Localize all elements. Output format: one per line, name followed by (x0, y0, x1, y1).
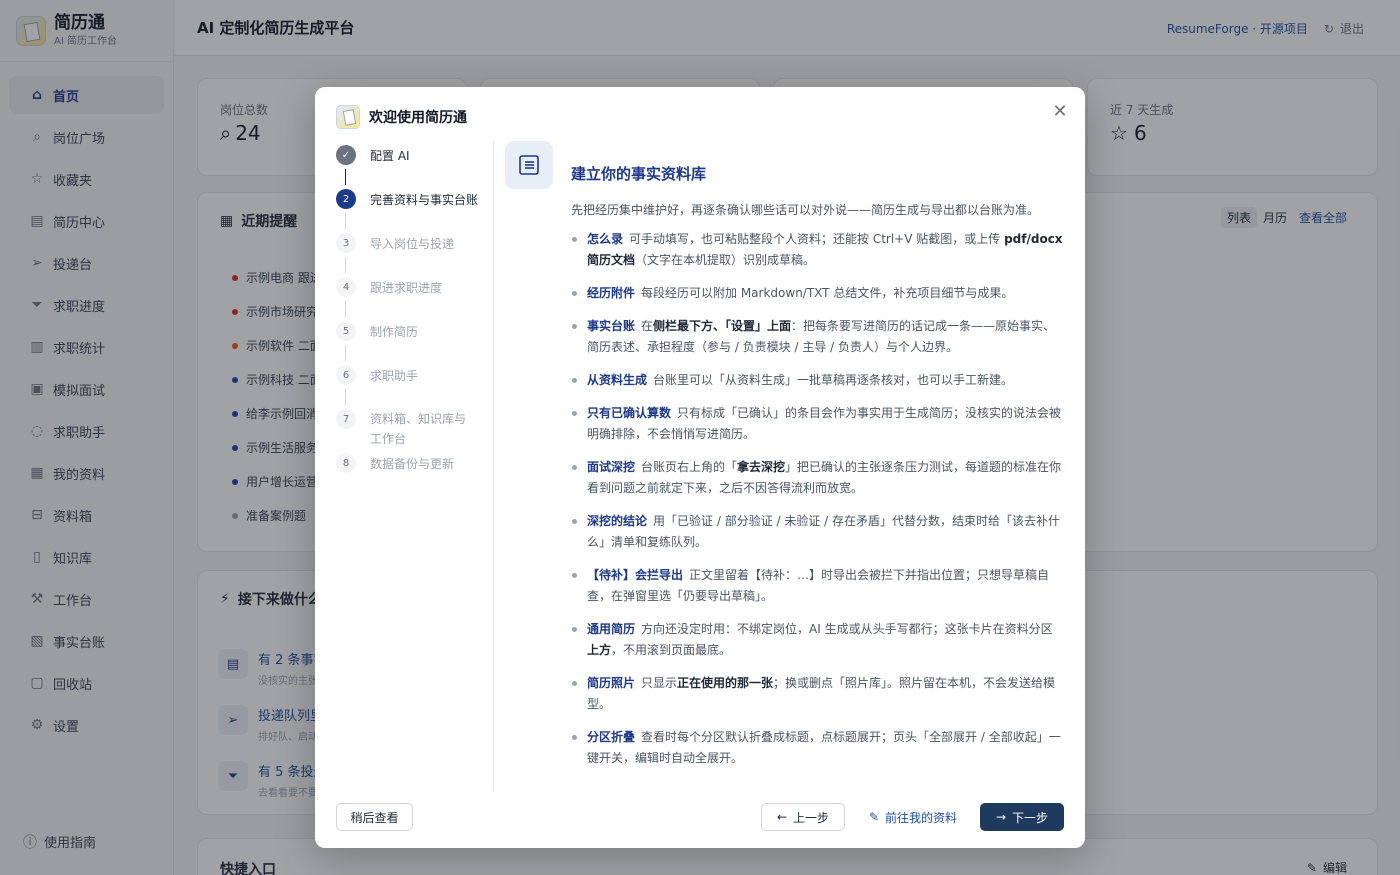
step-label: 求职助手 (370, 369, 419, 383)
bullet-item: 事实台账 在侧栏最下方、「设置」上面：把每条要写进简历的话记成一条——原始事实、简… (571, 316, 1063, 358)
bullet-text: 方向还没定时用：不绑定岗位，AI 生成或从头手写都行；这张卡片在资料分区 (641, 622, 1053, 636)
bullet-keyword: 怎么录 (587, 232, 624, 246)
bullet-text: 查看时每个分区默认折叠成标题，点标题展开；页头「全部展开 / 全部收起」一键开关… (587, 730, 1061, 765)
step-connector (345, 389, 346, 405)
step-number: 6 (336, 365, 356, 385)
bullet-keyword: 通用简历 (587, 622, 636, 636)
prev-label: 上一步 (793, 810, 830, 825)
step-item[interactable]: 2 完善资料与事实台账 (336, 189, 478, 211)
bullet-keyword: 分区折叠 (587, 730, 636, 744)
bullet-item: 从资料生成 台账里可以「从资料生成」一批草稿再逐条核对，也可以手工新建。 (571, 370, 1063, 391)
bullet-item: 经历附件 每段经历可以附加 Markdown/TXT 总结文件，补充项目细节与成果… (571, 283, 1063, 304)
bullet-keyword: 经历附件 (587, 286, 636, 300)
bullet-text: 用「已验证 / 部分验证 / 未验证 / 存在矛盾」代替分数，结束时给「该去补什… (587, 514, 1061, 549)
goto-label: 前往我的资料 (885, 810, 958, 825)
step-number: 3 (336, 233, 356, 253)
bullet-emphasis: 正在使用的那一张 (677, 676, 774, 690)
step-item[interactable]: 8 数据备份与更新 (336, 453, 454, 475)
bullet-emphasis: 侧栏最下方、「设置」上面 (653, 319, 792, 333)
bullet-item: 面试深挖 台账页右上角的「拿去深挖」把已确认的主张逐条压力测试，每道题的标准在你看… (571, 457, 1063, 499)
step-connector (345, 301, 346, 317)
step-label: 制作简历 (370, 325, 419, 339)
content-title: 建立你的事实资料库 (571, 165, 707, 183)
step-label: 数据备份与更新 (370, 457, 455, 471)
bullet-emphasis: 拿去深挖 (737, 460, 786, 474)
bullet-keyword: 深挖的结论 (587, 514, 648, 528)
step-label: 导入岗位与投递 (370, 237, 455, 251)
step-connector (345, 345, 346, 361)
bullet-keyword: 面试深挖 (587, 460, 636, 474)
bullet-item: 分区折叠 查看时每个分区默认折叠成标题，点标题展开；页头「全部展开 / 全部收起」… (571, 727, 1063, 769)
bullet-keyword: 简历照片 (587, 676, 636, 690)
bullet-keyword: 只有已确认算数 (587, 406, 672, 420)
next-button[interactable]: → 下一步 (980, 803, 1064, 831)
step-label: 跟进求职进度 (370, 281, 443, 295)
goto-profile-button[interactable]: ✎ 前往我的资料 (863, 803, 963, 831)
edit-icon: ✎ (868, 810, 880, 824)
bullet-list: 怎么录 可手动填写，也可粘贴整段个人资料；还能按 Ctrl+V 贴截图，或上传 p… (571, 229, 1063, 781)
step-item[interactable]: 7 资料箱、知识库与工作台 (336, 409, 470, 449)
step-item[interactable]: ✓ 配置 AI (336, 145, 410, 167)
bullet-text: 可手动填写，也可粘贴整段个人资料；还能按 Ctrl+V 贴截图，或上传 (629, 232, 1005, 246)
close-button[interactable]: ✕ (1049, 101, 1071, 123)
content-intro: 先把经历集中维护好，再逐条确认哪些话可以对外说——简历生成与导出都以台账为准。 (571, 203, 1040, 217)
step-number: 2 (336, 189, 356, 209)
step-connector (345, 213, 346, 229)
step-item[interactable]: 6 求职助手 (336, 365, 418, 387)
welcome-modal: 欢迎使用简历通 ✕ ✓ 配置 AI 2 完善资料与事实台账 3 导入岗位与投递 4 跟进求职进… (315, 87, 1085, 848)
bullet-item: 【待补】会拦导出 正文里留着【待补：…】时导出会被拦下并指出位置；只想导草稿自查，… (571, 565, 1063, 607)
bullet-text: ，不用滚到页面最底。 (611, 643, 732, 657)
step-number: 4 (336, 277, 356, 297)
arrow-right-icon: → (995, 810, 1007, 824)
prev-button[interactable]: ← 上一步 (761, 803, 845, 831)
bullet-item: 深挖的结论 用「已验证 / 部分验证 / 未验证 / 存在矛盾」代替分数，结束时给… (571, 511, 1063, 553)
step-item[interactable]: 3 导入岗位与投递 (336, 233, 454, 255)
step-label: 完善资料与事实台账 (370, 193, 479, 207)
step-connector (345, 257, 346, 273)
step-label: 配置 AI (370, 149, 410, 163)
step-label: 资料箱、知识库与工作台 (370, 412, 467, 446)
list-icon (505, 141, 553, 189)
bullet-text: 台账页右上角的「 (641, 460, 738, 474)
bullet-item: 怎么录 可手动填写，也可粘贴整段个人资料；还能按 Ctrl+V 贴截图，或上传 p… (571, 229, 1063, 271)
bullet-emphasis: 上方 (587, 643, 612, 657)
step-number: 8 (336, 453, 356, 473)
bullet-text: 每段经历可以附加 Markdown/TXT 总结文件，补充项目细节与成果。 (641, 286, 1014, 300)
modal-title: 欢迎使用简历通 (369, 110, 467, 126)
bullet-text: 在 (641, 319, 654, 333)
step-number: 7 (336, 409, 356, 429)
later-button[interactable]: 稍后查看 (336, 803, 413, 831)
modal-logo (336, 105, 360, 129)
step-number: 5 (336, 321, 356, 341)
step-item[interactable]: 5 制作简历 (336, 321, 418, 343)
step-connector (345, 169, 346, 185)
bullet-keyword: 从资料生成 (587, 373, 648, 387)
bullet-text: 台账里可以「从资料生成」一批草稿再逐条核对，也可以手工新建。 (653, 373, 1014, 387)
modal-divider (493, 141, 494, 791)
bullet-item: 通用简历 方向还没定时用：不绑定岗位，AI 生成或从头手写都行；这张卡片在资料分区… (571, 619, 1063, 661)
next-label: 下一步 (1012, 810, 1049, 825)
arrow-left-icon: ← (776, 810, 788, 824)
bullet-text: 只显示 (641, 676, 678, 690)
bullet-keyword: 【待补】会拦导出 (587, 568, 684, 582)
close-icon: ✕ (1052, 101, 1068, 122)
bullet-keyword: 事实台账 (587, 319, 636, 333)
bullet-item: 简历照片 只显示正在使用的那一张；换或删点「照片库」。照片留在本机，不会发送给模型… (571, 673, 1063, 715)
check-icon: ✓ (336, 145, 356, 165)
bullet-text: （文字在本机提取）识别成草稿。 (635, 253, 816, 267)
bullet-item: 只有已确认算数 只有标成「已确认」的条目会作为事实用于生成简历；没核实的说法会被明… (571, 403, 1063, 445)
step-item[interactable]: 4 跟进求职进度 (336, 277, 442, 299)
